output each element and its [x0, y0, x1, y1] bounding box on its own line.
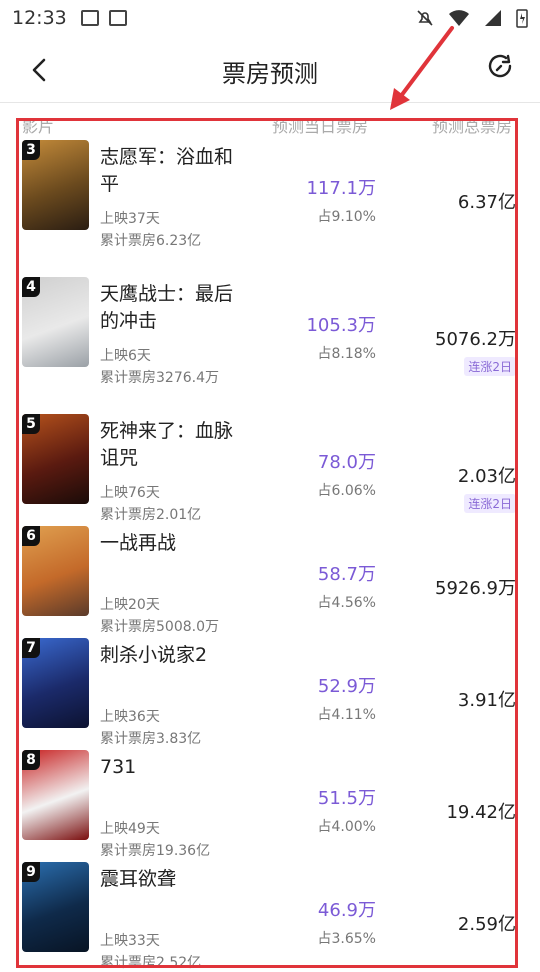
rank-badge: 3	[22, 140, 40, 160]
status-time: 12:33	[12, 7, 67, 29]
predicted-total: 2.59亿	[457, 914, 516, 935]
movie-title: 志愿军：浴血和平	[100, 146, 234, 195]
predicted-today: 117.1万	[306, 178, 376, 199]
predicted-total: 5076.2万	[435, 329, 516, 350]
share-percent: 占4.11%	[317, 707, 376, 723]
list-item[interactable]: 3 志愿军：浴血和平上映37天累计票房6.23亿 117.1万占9.10% 6.37亿	[0, 130, 540, 267]
predicted-today: 58.7万	[317, 564, 376, 585]
predicted-total: 2.03亿	[457, 466, 516, 487]
release-days: 上映33天	[100, 933, 160, 949]
cumulative-box-office: 累计票房6.23亿	[100, 233, 202, 249]
signal-icon	[485, 10, 501, 26]
movie-title: 震耳欲聋	[100, 868, 177, 890]
share-percent: 占4.56%	[317, 595, 376, 611]
predicted-total: 6.37亿	[457, 192, 516, 213]
predicted-today: 51.5万	[317, 788, 376, 809]
movie-poster: 3	[22, 140, 89, 230]
predicted-today: 46.9万	[317, 900, 376, 921]
share-percent: 占3.65%	[317, 931, 376, 947]
movie-title: 731	[100, 756, 137, 778]
rank-badge: 5	[22, 414, 40, 434]
page-header: 票房预测	[0, 36, 540, 103]
movie-title: 刺杀小说家2	[100, 644, 208, 666]
release-days: 上映6天	[100, 348, 151, 364]
list-item[interactable]: 6 一战再战 上映20天 累计票房5008.0万 58.7万 占4.56% 5926.9万	[0, 516, 540, 635]
share-percent: 占9.10%	[317, 209, 376, 225]
list-item[interactable]: 8 731 上映49天 累计票房19.36亿 51.5万 占4.00% 19.42亿	[0, 740, 540, 859]
list-item[interactable]: 5 死神来了：血脉诅咒 上映76天 累计票房2.01亿 78.0万 占6.06% 2.03亿…	[0, 404, 540, 523]
movie-poster: 9	[22, 862, 89, 952]
release-days: 上映36天	[100, 709, 160, 725]
status-bar: 12:33	[0, 0, 540, 36]
release-days: 上映20天	[100, 597, 160, 613]
trend-badge: 连涨2日	[464, 494, 516, 513]
movie-title: 天鹰战士：最后的冲击	[100, 283, 234, 332]
predicted-total: 3.91亿	[457, 690, 516, 711]
rank-badge: 6	[22, 526, 40, 546]
cumulative-box-office: 累计票房3276.4万	[100, 370, 219, 386]
share-percent: 占4.00%	[317, 819, 376, 835]
list-item[interactable]: 7 刺杀小说家2 上映36天 累计票房3.83亿 52.9万 占4.11% 3.91亿	[0, 628, 540, 747]
release-days: 上映49天	[100, 821, 160, 837]
movie-poster: 5	[22, 414, 89, 504]
image-notification-icon	[80, 10, 99, 26]
release-days: 上映76天	[100, 485, 160, 501]
rank-badge: 9	[22, 862, 40, 882]
cumulative-box-office: 累计票房2.52亿	[100, 955, 202, 971]
movie-title: 一战再战	[100, 532, 177, 554]
trend-badge: 连涨2日	[464, 357, 516, 376]
movie-poster: 7	[22, 638, 89, 728]
page-title: 票房预测	[222, 60, 318, 88]
wifi-icon	[449, 10, 469, 26]
predicted-total: 19.42亿	[446, 802, 516, 823]
predicted-today: 105.3万	[306, 315, 376, 336]
release-days: 上映37天	[100, 211, 160, 227]
movie-list: 3 志愿军：浴血和平上映37天累计票房6.23亿 117.1万占9.10% 6.37亿…	[0, 130, 540, 971]
share-percent: 占8.18%	[317, 346, 376, 362]
rank-badge: 4	[22, 277, 40, 297]
share-percent: 占6.06%	[317, 483, 376, 499]
predicted-today: 52.9万	[317, 676, 376, 697]
movie-poster: 4	[22, 277, 89, 367]
app-notification-icon	[108, 10, 127, 26]
refresh-icon[interactable]	[484, 52, 516, 84]
column-header: 影片 预测当日票房 预测总票房	[0, 103, 540, 136]
list-item[interactable]: 9 震耳欲聋上映33天累计票房2.52亿 46.9万占3.65% 2.59亿	[0, 852, 540, 971]
rank-badge: 7	[22, 638, 40, 658]
movie-poster: 6	[22, 526, 89, 616]
mute-icon	[417, 10, 433, 26]
predicted-today: 78.0万	[317, 452, 376, 473]
predicted-total: 5926.9万	[435, 578, 516, 599]
list-item[interactable]: 4 天鹰战士：最后的冲击上映6天累计票房3276.4万 105.3万占8.18% 50…	[0, 267, 540, 404]
battery-icon	[516, 9, 528, 28]
movie-poster: 8	[22, 750, 89, 840]
rank-badge: 8	[22, 750, 40, 770]
movie-title: 死神来了：血脉诅咒	[100, 420, 234, 469]
